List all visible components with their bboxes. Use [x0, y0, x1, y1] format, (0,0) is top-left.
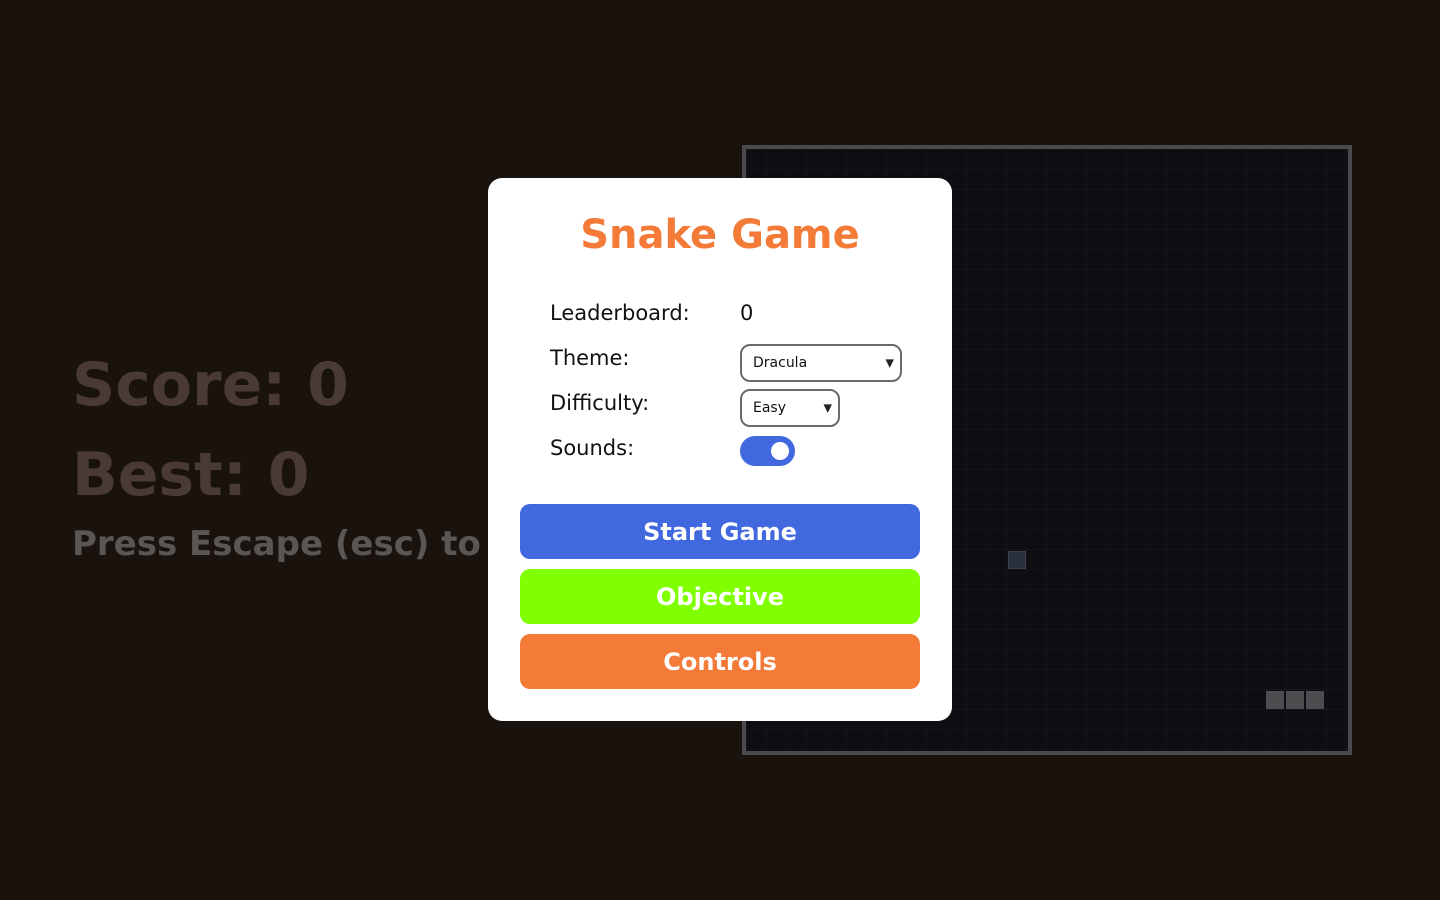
difficulty-select[interactable]: Easy ▼ [740, 389, 840, 427]
theme-label: Theme: [550, 346, 630, 370]
chevron-down-icon: ▼ [885, 356, 894, 370]
chevron-down-icon: ▼ [823, 401, 832, 415]
controls-button[interactable]: Controls [520, 634, 920, 689]
main-menu-modal: Snake Game Leaderboard: 0 Theme: Dracula… [488, 178, 952, 721]
sounds-label: Sounds: [550, 436, 635, 460]
modal-title: Snake Game [580, 212, 860, 258]
snake-segment [1306, 691, 1324, 709]
start-game-button[interactable]: Start Game [520, 504, 920, 559]
food-item [1008, 551, 1026, 569]
theme-select[interactable]: Dracula ▼ [740, 344, 902, 382]
leaderboard-label: Leaderboard: [550, 301, 690, 325]
snake-segment [1286, 691, 1304, 709]
snake-segment [1266, 691, 1284, 709]
difficulty-label: Difficulty: [550, 391, 650, 415]
objective-button[interactable]: Objective [520, 569, 920, 624]
difficulty-select-value: Easy [753, 400, 787, 416]
sounds-toggle[interactable] [740, 436, 795, 466]
theme-select-value: Dracula [753, 355, 808, 371]
toggle-knob [771, 442, 789, 460]
leaderboard-value: 0 [740, 301, 754, 325]
